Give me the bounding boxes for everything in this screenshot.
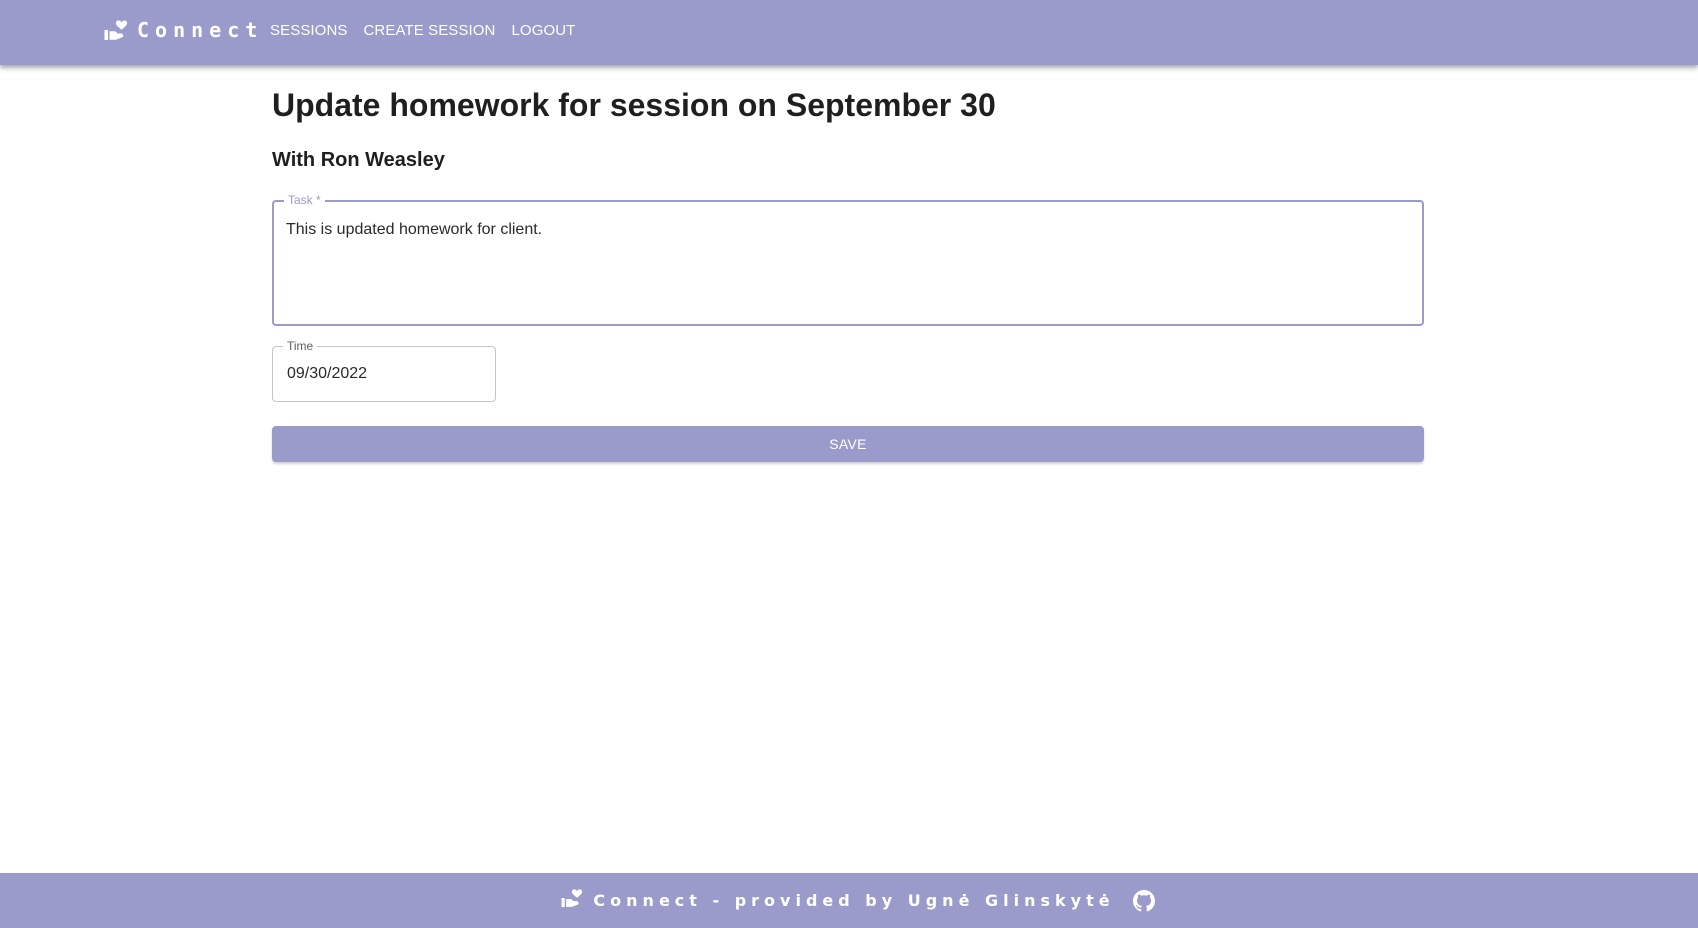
hand-heart-icon: [104, 19, 128, 41]
nav-create-session-link[interactable]: CREATE SESSION: [364, 22, 496, 39]
brand-home-link[interactable]: Connect: [104, 18, 263, 42]
time-label: Time: [283, 339, 318, 353]
hand-heart-icon: [561, 888, 583, 913]
footer-content: Connect - provided by Ugnė Glinskytė: [561, 888, 1155, 913]
task-field: Task * This is updated homework for clie…: [272, 193, 1424, 326]
top-app-bar: Connect SESSIONS CREATE SESSION LOGOUT: [0, 0, 1698, 65]
github-link[interactable]: [1132, 889, 1155, 912]
page-title: Update homework for session on September…: [272, 87, 996, 123]
time-input[interactable]: [287, 365, 477, 383]
nav-sessions-link[interactable]: SESSIONS: [270, 22, 348, 39]
time-field: Time: [272, 339, 496, 402]
app-root: Connect SESSIONS CREATE SESSION LOGOUT U…: [0, 0, 1698, 928]
main-nav: SESSIONS CREATE SESSION LOGOUT: [270, 0, 575, 60]
task-label: Task *: [284, 193, 325, 207]
client-subtitle: With Ron Weasley: [272, 149, 445, 171]
homework-form: Update homework for session on September…: [272, 86, 1424, 462]
nav-logout-link[interactable]: LOGOUT: [511, 22, 575, 39]
github-icon: [1132, 889, 1155, 912]
footer: Connect - provided by Ugnė Glinskytė: [0, 873, 1698, 928]
task-input[interactable]: This is updated homework for client.: [286, 220, 1406, 312]
save-button[interactable]: SAVE: [272, 426, 1424, 462]
brand-name: Connect: [137, 18, 264, 42]
footer-credit-text: Connect - provided by Ugnė Glinskytė: [593, 891, 1115, 910]
